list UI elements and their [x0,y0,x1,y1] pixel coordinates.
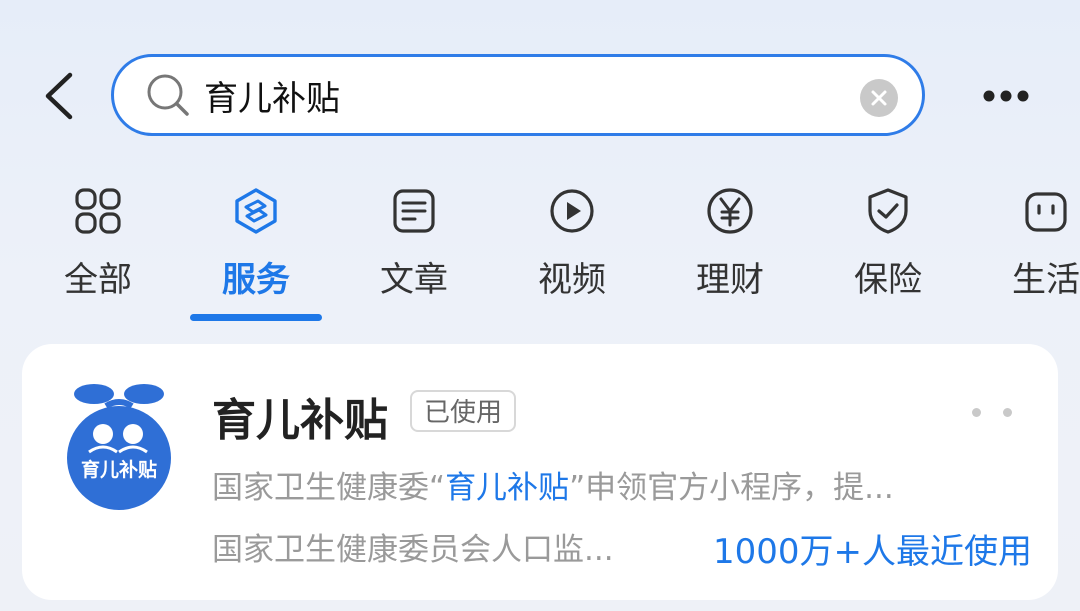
app-description: 国家卫生健康委“育儿补贴”申领官方小程序，提... [212,462,1012,507]
meta-line: 国家卫生健康委员会人口监... 1000万+人最近使用 [212,524,1032,572]
service-icon [235,188,277,234]
grid-icon [75,188,121,234]
shield-icon [868,188,908,234]
usage-count: 1000万+人最近使用 [712,532,1032,572]
tab-all[interactable]: 全部 [28,180,168,320]
tab-label: 全部 [64,260,132,300]
desc-highlight: 育儿补贴 [445,470,570,506]
search-input[interactable] [204,75,824,115]
desc-suffix: ”申领官方小程序，提... [569,470,894,506]
tab-label: 保险 [854,260,922,300]
more-horizontal-icon [983,90,1029,102]
video-icon [550,189,594,233]
tab-label: 生活 [1012,260,1080,300]
back-button[interactable] [30,66,86,126]
chevron-left-icon [45,72,73,120]
category-tabs: 全部 服务 文章 视频 理财 保险 生活 [0,180,1080,330]
tab-video[interactable]: 视频 [502,180,642,320]
tab-label: 文章 [380,260,448,300]
desc-prefix: 国家卫生健康委“ [212,470,446,506]
logo-text: 育儿补贴 [81,458,157,481]
card-more-button[interactable] [972,402,1012,422]
search-box[interactable] [111,54,925,136]
close-icon [871,90,887,106]
active-tab-indicator [190,314,322,321]
provider: 国家卫生健康委员会人口监... [212,532,614,568]
top-bar [0,0,1080,170]
tab-label: 视频 [538,260,606,300]
search-icon [144,71,192,119]
dot-icon [1003,407,1012,417]
clear-button[interactable] [860,79,898,117]
tab-life[interactable]: 生活 [976,180,1080,320]
yuan-icon [707,188,753,234]
tab-label: 服务 [222,260,290,300]
article-icon [393,189,435,233]
used-badge: 已使用 [410,390,517,432]
tab-service[interactable]: 服务 [186,180,326,320]
tab-article[interactable]: 文章 [344,180,484,320]
life-icon [1025,192,1067,232]
app-name[interactable]: 育儿补贴 [212,384,388,448]
more-button[interactable] [966,74,1046,118]
dot-icon [972,407,981,417]
app-logo[interactable]: 育儿补贴 [54,372,184,512]
tab-label: 理财 [696,260,764,300]
tab-insurance[interactable]: 保险 [818,180,958,320]
tab-finance[interactable]: 理财 [660,180,800,320]
result-card[interactable]: 育儿补贴 育儿补贴 已使用 国家卫生健康委“育儿补贴”申领官方小程序，提... … [22,344,1058,600]
